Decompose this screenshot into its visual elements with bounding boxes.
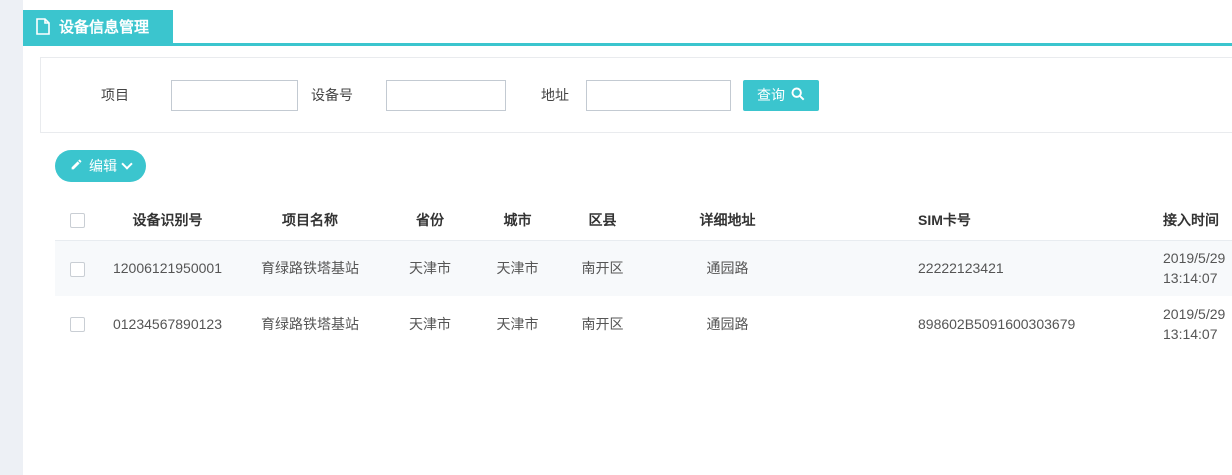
project-field: 项目 [101, 80, 298, 111]
page-header: 设备信息管理 [23, 0, 1232, 46]
col-access-time: 接入时间 [1105, 200, 1232, 240]
cell-district: 南开区 [560, 240, 645, 296]
cell-device-id: 01234567890123 [100, 296, 235, 352]
toolbar: 编辑 [55, 150, 1232, 182]
device-table-wrap: 设备识别号 项目名称 省份 城市 区县 详细地址 SIM卡号 接入时间 1200… [23, 200, 1232, 352]
address-input[interactable] [586, 80, 731, 111]
col-project-name: 项目名称 [235, 200, 385, 240]
search-icon [791, 87, 805, 104]
pencil-icon [70, 158, 83, 174]
row-checkbox[interactable] [70, 317, 85, 332]
device-number-label: 设备号 [311, 85, 353, 105]
address-field: 地址 [541, 80, 731, 111]
device-table: 设备识别号 项目名称 省份 城市 区县 详细地址 SIM卡号 接入时间 1200… [55, 200, 1232, 352]
device-number-input[interactable] [386, 80, 506, 111]
query-button[interactable]: 查询 [743, 80, 819, 111]
edit-button-label: 编辑 [89, 156, 117, 176]
col-device-id: 设备识别号 [100, 200, 235, 240]
page: 设备信息管理 项目 设备号 地址 查询 [0, 0, 1232, 475]
address-label: 地址 [541, 85, 569, 105]
main-content: 设备信息管理 项目 设备号 地址 查询 [23, 0, 1232, 475]
cell-city: 天津市 [475, 296, 560, 352]
document-icon [36, 18, 50, 35]
cell-project-name: 育绿路铁塔基站 [235, 296, 385, 352]
cell-province: 天津市 [385, 296, 475, 352]
cell-sim: 22222123421 [810, 240, 1105, 296]
device-number-field: 设备号 [311, 80, 506, 111]
col-address: 详细地址 [645, 200, 810, 240]
chevron-down-icon [121, 158, 132, 169]
header-underline [23, 43, 1232, 46]
left-gutter [0, 0, 23, 475]
col-province: 省份 [385, 200, 475, 240]
cell-access-time: 2019/5/29 13:14:07 [1105, 296, 1232, 352]
col-city: 城市 [475, 200, 560, 240]
cell-district: 南开区 [560, 296, 645, 352]
page-title-tab[interactable]: 设备信息管理 [23, 10, 173, 43]
cell-access-time: 2019/5/29 13:14:07 [1105, 240, 1232, 296]
cell-city: 天津市 [475, 240, 560, 296]
cell-address: 通园路 [645, 296, 810, 352]
search-panel: 项目 设备号 地址 查询 [40, 57, 1232, 133]
project-input[interactable] [171, 80, 298, 111]
col-sim: SIM卡号 [810, 200, 1105, 240]
edit-button[interactable]: 编辑 [55, 150, 146, 182]
page-title: 设备信息管理 [59, 16, 149, 37]
cell-device-id: 12006121950001 [100, 240, 235, 296]
row-checkbox[interactable] [70, 262, 85, 277]
cell-province: 天津市 [385, 240, 475, 296]
table-row: 12006121950001 育绿路铁塔基站 天津市 天津市 南开区 通园路 2… [55, 240, 1232, 296]
cell-sim: 898602B5091600303679 [810, 296, 1105, 352]
project-label: 项目 [101, 85, 129, 105]
table-row: 01234567890123 育绿路铁塔基站 天津市 天津市 南开区 通园路 8… [55, 296, 1232, 352]
col-district: 区县 [560, 200, 645, 240]
cell-address: 通园路 [645, 240, 810, 296]
select-all-checkbox[interactable] [70, 213, 85, 228]
table-header-row: 设备识别号 项目名称 省份 城市 区县 详细地址 SIM卡号 接入时间 [55, 200, 1232, 240]
cell-project-name: 育绿路铁塔基站 [235, 240, 385, 296]
query-button-label: 查询 [757, 85, 785, 105]
